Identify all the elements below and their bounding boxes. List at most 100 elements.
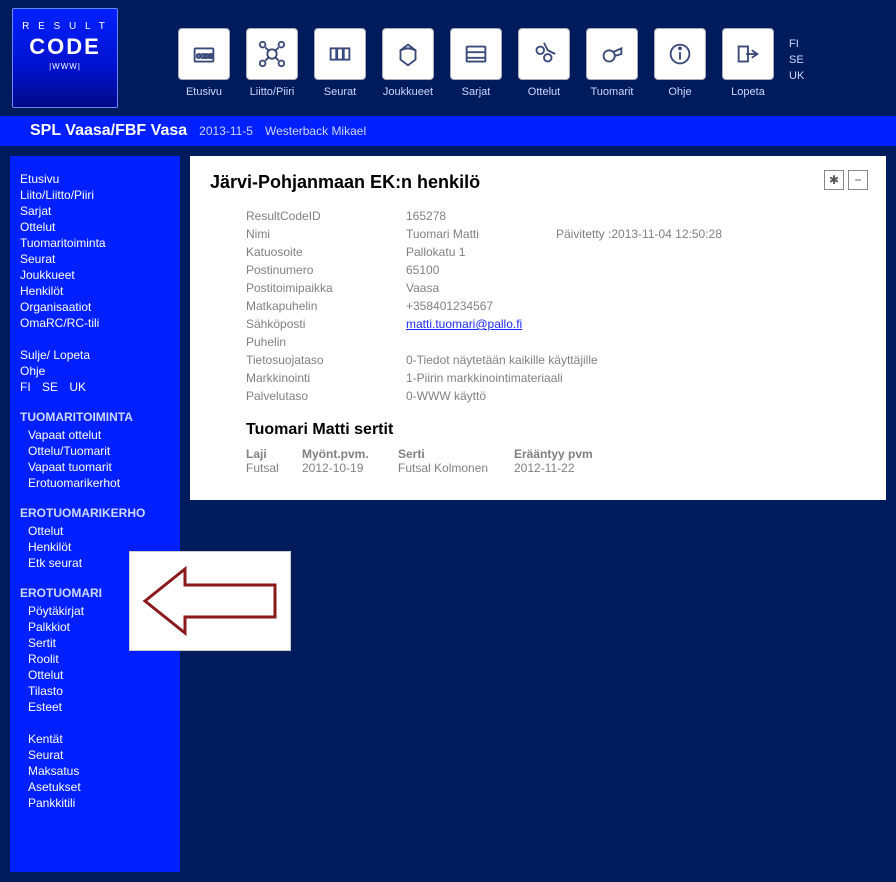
body: Etusivu Liito/Liitto/Piiri Sarjat Ottelu… bbox=[0, 146, 896, 882]
sidebar-item[interactable]: Seurat bbox=[20, 252, 170, 266]
nav-etusivu[interactable]: CODE Etusivu bbox=[173, 28, 235, 98]
collapse-icon[interactable]: − bbox=[848, 170, 868, 190]
sidebar-item[interactable]: Joukkueet bbox=[20, 268, 170, 282]
sidebar-item[interactable]: Ohje bbox=[20, 364, 170, 378]
sidebar-item[interactable]: Asetukset bbox=[20, 780, 170, 794]
value: Pallokatu 1 bbox=[406, 245, 556, 259]
nav-liitto[interactable]: Liitto/Piiri bbox=[241, 28, 303, 98]
content-panel: ✱ − Järvi-Pohjanmaan EK:n henkilö Result… bbox=[190, 156, 886, 500]
sidebar-item[interactable]: Ottelu/Tuomarit bbox=[20, 444, 170, 458]
annotation-arrow bbox=[130, 552, 290, 650]
org-title: SPL Vaasa/FBF Vasa bbox=[30, 122, 187, 140]
col-serti: Serti bbox=[398, 447, 508, 461]
col-myont: Myönt.pvm. bbox=[302, 447, 392, 461]
title-bar: SPL Vaasa/FBF Vasa 2013-11-5 Westerback … bbox=[0, 116, 896, 146]
sub-title: Tuomari Matti sertit bbox=[246, 421, 866, 439]
clubs-icon bbox=[314, 28, 366, 80]
label: Markkinointi bbox=[246, 371, 406, 385]
sidebar-item[interactable]: Roolit bbox=[20, 652, 170, 666]
sidebar: Etusivu Liito/Liitto/Piiri Sarjat Ottelu… bbox=[10, 156, 180, 872]
sidebar-item[interactable]: Vapaat tuomarit bbox=[20, 460, 170, 474]
info-icon bbox=[654, 28, 706, 80]
nav-joukkueet[interactable]: Joukkueet bbox=[377, 28, 439, 98]
sidebar-item[interactable]: Erotuomarikerhot bbox=[20, 476, 170, 490]
logo-line2: CODE bbox=[13, 34, 117, 60]
detail-grid: ResultCodeID 165278 Nimi Tuomari Matti P… bbox=[246, 209, 866, 403]
label: Matkapuhelin bbox=[246, 299, 406, 313]
lang-uk[interactable]: UK bbox=[789, 68, 804, 84]
teams-icon bbox=[382, 28, 434, 80]
sidebar-item[interactable]: Ottelut bbox=[20, 220, 170, 234]
sidebar-item[interactable]: Sulje/ Lopeta bbox=[20, 348, 170, 362]
sidebar-item[interactable]: Tilasto bbox=[20, 684, 170, 698]
sidebar-item[interactable]: Ottelut bbox=[20, 668, 170, 682]
value: Tuomari Matti bbox=[406, 227, 556, 241]
lang-fi[interactable]: FI bbox=[789, 36, 804, 52]
label: Tietosuojataso bbox=[246, 353, 406, 367]
sidebar-item[interactable]: Organisaatiot bbox=[20, 300, 170, 314]
series-icon bbox=[450, 28, 502, 80]
label: Palvelutaso bbox=[246, 389, 406, 403]
value: +358401234567 bbox=[406, 299, 556, 313]
col-eraantyy: Erääntyy pvm bbox=[514, 447, 654, 461]
value: 65100 bbox=[406, 263, 556, 277]
matches-icon bbox=[518, 28, 570, 80]
lang-fi[interactable]: FI bbox=[20, 380, 31, 394]
sidebar-item[interactable]: Etusivu bbox=[20, 172, 170, 186]
nav-ottelut[interactable]: Ottelut bbox=[513, 28, 575, 98]
sidebar-item[interactable]: Liito/Liitto/Piiri bbox=[20, 188, 170, 202]
sidebar-item[interactable]: Esteet bbox=[20, 700, 170, 714]
label: Postitoimipaikka bbox=[246, 281, 406, 295]
logo-line1: R E S U L T bbox=[13, 21, 117, 32]
nav-tuomarit[interactable]: Tuomarit bbox=[581, 28, 643, 98]
language-switch-sidebar: FI SE UK bbox=[20, 380, 170, 394]
sidebar-item[interactable]: Vapaat ottelut bbox=[20, 428, 170, 442]
updated: Päivitetty :2013-11-04 12:50:28 bbox=[556, 227, 866, 241]
logo: R E S U L T CODE |WWW| bbox=[12, 8, 118, 108]
settings-icon[interactable]: ✱ bbox=[824, 170, 844, 190]
sidebar-item[interactable]: Maksatus bbox=[20, 764, 170, 778]
label: Nimi bbox=[246, 227, 406, 241]
lang-uk[interactable]: UK bbox=[69, 380, 86, 394]
lang-se[interactable]: SE bbox=[789, 52, 804, 68]
cell: Futsal Kolmonen bbox=[398, 461, 508, 475]
nav-lopeta[interactable]: Lopeta bbox=[717, 28, 779, 98]
col-laji: Laji bbox=[246, 447, 296, 461]
sidebar-item[interactable]: OmaRC/RC-tili bbox=[20, 316, 170, 330]
email-link[interactable]: matti.tuomari@pallo.fi bbox=[406, 317, 522, 331]
nav-sarjat[interactable]: Sarjat bbox=[445, 28, 507, 98]
panel-tools: ✱ − bbox=[824, 170, 868, 190]
org-icon bbox=[246, 28, 298, 80]
value: 1-Piirin markkinointimateriaali bbox=[406, 371, 866, 385]
lang-se[interactable]: SE bbox=[42, 380, 58, 394]
header: R E S U L T CODE |WWW| CODE Etusivu Liit… bbox=[0, 0, 896, 108]
sidebar-item[interactable]: Kentät bbox=[20, 732, 170, 746]
top-nav: CODE Etusivu Liitto/Piiri Seurat Joukkue… bbox=[173, 28, 779, 98]
sidebar-item[interactable]: Sarjat bbox=[20, 204, 170, 218]
cell: Futsal bbox=[246, 461, 296, 475]
value: 0-WWW käyttö bbox=[406, 389, 866, 403]
sidebar-heading: TUOMARITOIMINTA bbox=[20, 410, 170, 424]
sidebar-item[interactable]: Pankkitili bbox=[20, 796, 170, 810]
value bbox=[406, 335, 556, 349]
logo-line3: |WWW| bbox=[13, 62, 117, 71]
label: Sähköposti bbox=[246, 317, 406, 331]
language-switch-top: FI SE UK bbox=[789, 36, 804, 84]
nav-ohje[interactable]: Ohje bbox=[649, 28, 711, 98]
sidebar-item[interactable]: Ottelut bbox=[20, 524, 170, 538]
home-icon: CODE bbox=[178, 28, 230, 80]
cell: 2012-10-19 bbox=[302, 461, 392, 475]
label: Katuosoite bbox=[246, 245, 406, 259]
label: Postinumero bbox=[246, 263, 406, 277]
sidebar-item[interactable]: Seurat bbox=[20, 748, 170, 762]
cell: 2012-11-22 bbox=[514, 461, 654, 475]
nav-seurat[interactable]: Seurat bbox=[309, 28, 371, 98]
sidebar-item[interactable]: Tuomaritoiminta bbox=[20, 236, 170, 250]
cert-header: Laji Myönt.pvm. Serti Erääntyy pvm bbox=[246, 447, 866, 461]
svg-text:CODE: CODE bbox=[197, 54, 213, 60]
exit-icon bbox=[722, 28, 774, 80]
whistle-icon bbox=[586, 28, 638, 80]
title-date: 2013-11-5 bbox=[199, 124, 253, 138]
title-user: Westerback Mikael bbox=[265, 124, 366, 138]
sidebar-item[interactable]: Henkilöt bbox=[20, 284, 170, 298]
